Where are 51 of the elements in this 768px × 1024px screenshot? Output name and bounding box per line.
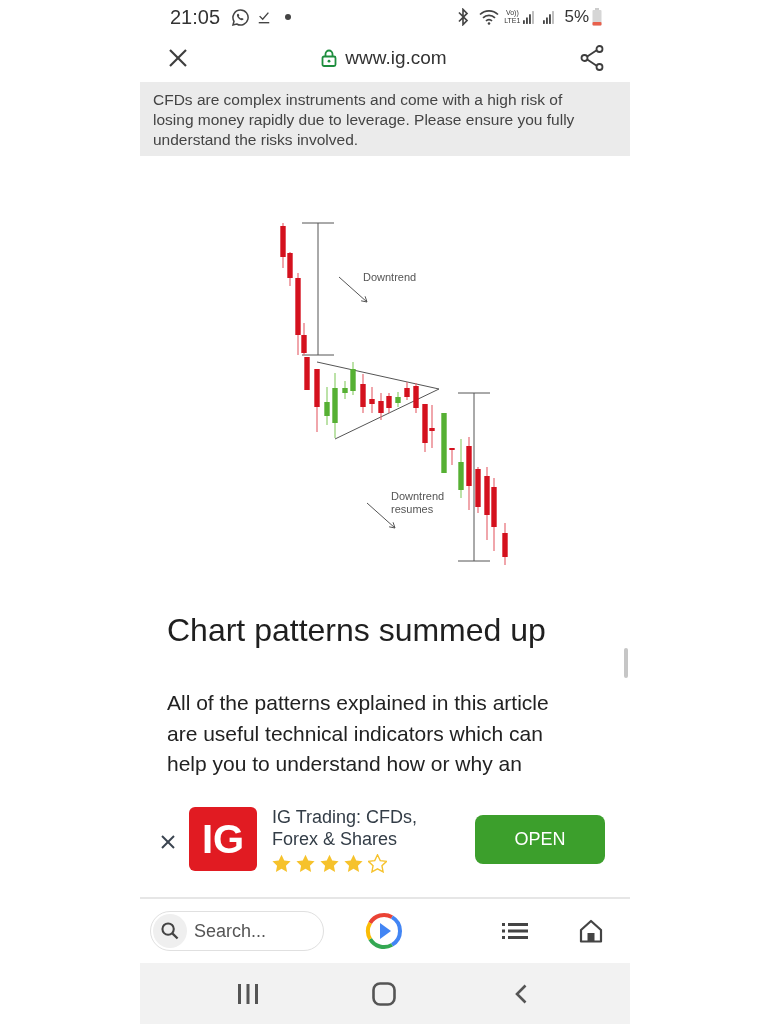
app-logo: IG	[189, 807, 257, 871]
signal-icon	[523, 10, 535, 24]
battery-percent: 5%	[564, 7, 589, 27]
bullish-candlestick	[458, 438, 464, 499]
section-heading: Chart patterns summed up	[167, 611, 546, 650]
star-icon	[320, 853, 339, 873]
bearish-candlestick	[369, 386, 375, 414]
battery-icon	[592, 8, 602, 26]
house-icon[interactable]	[579, 919, 603, 943]
bearish-candlestick	[360, 373, 366, 414]
bullish-candlestick	[395, 391, 401, 408]
clock-time: 21:05	[170, 5, 221, 29]
star-outline-icon	[368, 853, 387, 873]
check-underline-icon	[257, 10, 272, 24]
bearish-candlestick	[314, 368, 320, 433]
bearish-candlestick	[386, 392, 392, 414]
bullish-candlestick	[332, 372, 338, 439]
bullish-candlestick	[350, 361, 356, 396]
star-icon	[272, 853, 291, 873]
scroll-thumb[interactable]	[624, 648, 628, 678]
risk-warning-text: CFDs are complex instruments and come with a high risk of losing money rapidly due to leverage. Please ensure you fully understand the risks involved.	[153, 90, 576, 150]
page-url[interactable]: www.ig.com	[345, 46, 447, 70]
bearish-candlestick	[404, 381, 410, 401]
dot-icon	[285, 14, 292, 20]
bullish-candlestick	[342, 380, 348, 400]
signal-icon	[543, 10, 555, 24]
phone-bubble-icon	[231, 7, 251, 27]
star-icon	[296, 853, 315, 873]
bluetooth-icon	[457, 8, 470, 26]
close-icon[interactable]	[168, 48, 188, 68]
wifi-icon	[479, 9, 500, 25]
list-icon[interactable]	[502, 922, 528, 940]
chart-label: Downtrend	[363, 271, 418, 284]
close-icon[interactable]	[160, 834, 176, 850]
search-icon[interactable]	[153, 914, 187, 948]
bullish-candlestick	[441, 412, 447, 474]
bearish-candlestick	[502, 522, 508, 566]
chevron-left-icon[interactable]	[515, 983, 527, 1004]
chart-label: Downtrend resumes	[391, 490, 446, 516]
app-title: IG Trading: CFDs, Forex & Shares	[272, 805, 419, 850]
rounded-square-icon[interactable]	[372, 981, 396, 1006]
bearish-candlestick	[475, 466, 481, 514]
three-bars-icon[interactable]	[237, 983, 259, 1004]
star-icon	[344, 853, 363, 873]
bearish-candlestick	[449, 447, 455, 466]
article-paragraph: All of the patterns explained in this article are useful technical indicators which can help you to understand how or why an	[167, 690, 550, 777]
bullish-candlestick	[324, 386, 330, 426]
share-icon[interactable]	[580, 45, 604, 71]
bearish-candlestick	[378, 392, 384, 421]
play-ring-icon[interactable]	[364, 911, 404, 951]
bearish-candlestick	[413, 382, 419, 414]
